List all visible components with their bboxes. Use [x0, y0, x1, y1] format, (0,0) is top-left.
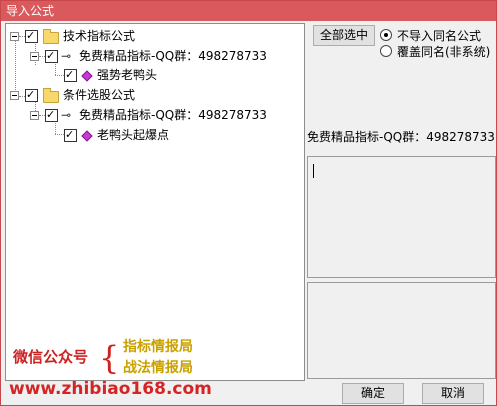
tree-node-formula-2[interactable]: 老鸭头起爆点: [6, 127, 302, 143]
folder-icon: [43, 88, 59, 103]
import-formula-dialog: 导入公式 技术指标公式 ⊸ 免费精品指标-QQ群：498278733: [0, 0, 497, 406]
select-all-button[interactable]: 全部选中: [313, 25, 375, 46]
description-text-area[interactable]: [307, 156, 496, 278]
radio-no-import-label[interactable]: 不导入同名公式: [397, 27, 481, 44]
formula-icon: [81, 70, 93, 82]
checkbox-qq-group-2[interactable]: [45, 107, 58, 123]
text-caret: [313, 164, 314, 178]
brace-glyph: {: [99, 339, 120, 377]
tree-node-formula-1[interactable]: 强势老鸭头: [6, 67, 302, 83]
tree-node-label: 免费精品指标-QQ群：498278733: [79, 108, 267, 122]
tree-node-label: 强势老鸭头: [97, 68, 158, 82]
collapse-icon[interactable]: [30, 52, 39, 61]
tree-node-condition-formulas[interactable]: 条件选股公式: [6, 87, 302, 103]
radio-overwrite[interactable]: [380, 45, 392, 57]
radio-overwrite-label[interactable]: 覆盖同名(非系统): [397, 43, 490, 60]
wechat-label: 微信公众号: [13, 348, 89, 366]
checkbox-condition-formulas[interactable]: [25, 87, 38, 103]
checkbox-tech-indicators[interactable]: [25, 28, 38, 44]
brand-label-2: 战法情报局: [123, 360, 193, 376]
tree-node-tech-indicators[interactable]: 技术指标公式: [6, 28, 302, 44]
tree-node-qq-group-1[interactable]: ⊸ 免费精品指标-QQ群：498278733: [6, 48, 302, 64]
selected-item-label: 免费精品指标-QQ群：498278733: [307, 130, 495, 144]
window-title: 导入公式: [6, 4, 55, 18]
tree-node-label: 技术指标公式: [63, 29, 136, 43]
formula-icon: [81, 130, 93, 142]
formula-tree[interactable]: 技术指标公式 ⊸ 免费精品指标-QQ群：498278733 强势老鸭头 条件选股…: [5, 23, 305, 381]
checkbox-qq-group-1[interactable]: [45, 48, 58, 64]
tree-node-qq-group-2[interactable]: ⊸ 免费精品指标-QQ群：498278733: [6, 107, 302, 123]
brand-label-1: 指标情报局: [123, 339, 193, 355]
key-icon: ⊸: [61, 49, 72, 63]
collapse-icon[interactable]: [10, 91, 19, 100]
tree-node-label: 免费精品指标-QQ群：498278733: [79, 49, 267, 63]
key-icon: ⊸: [61, 108, 72, 122]
folder-icon: [43, 29, 59, 44]
cancel-button[interactable]: 取消: [422, 383, 484, 404]
checkbox-formula-2[interactable]: [64, 127, 77, 143]
checkbox-formula-1[interactable]: [64, 67, 77, 83]
collapse-icon[interactable]: [10, 32, 19, 41]
radio-no-import[interactable]: [380, 29, 392, 41]
detail-panel: [307, 282, 496, 379]
ok-button[interactable]: 确定: [342, 383, 404, 404]
website-watermark: www.zhibiao168.com: [9, 379, 212, 399]
title-bar[interactable]: 导入公式: [1, 1, 496, 21]
tree-node-label: 条件选股公式: [63, 88, 136, 102]
tree-node-label: 老鸭头起爆点: [97, 128, 170, 142]
collapse-icon[interactable]: [30, 111, 39, 120]
